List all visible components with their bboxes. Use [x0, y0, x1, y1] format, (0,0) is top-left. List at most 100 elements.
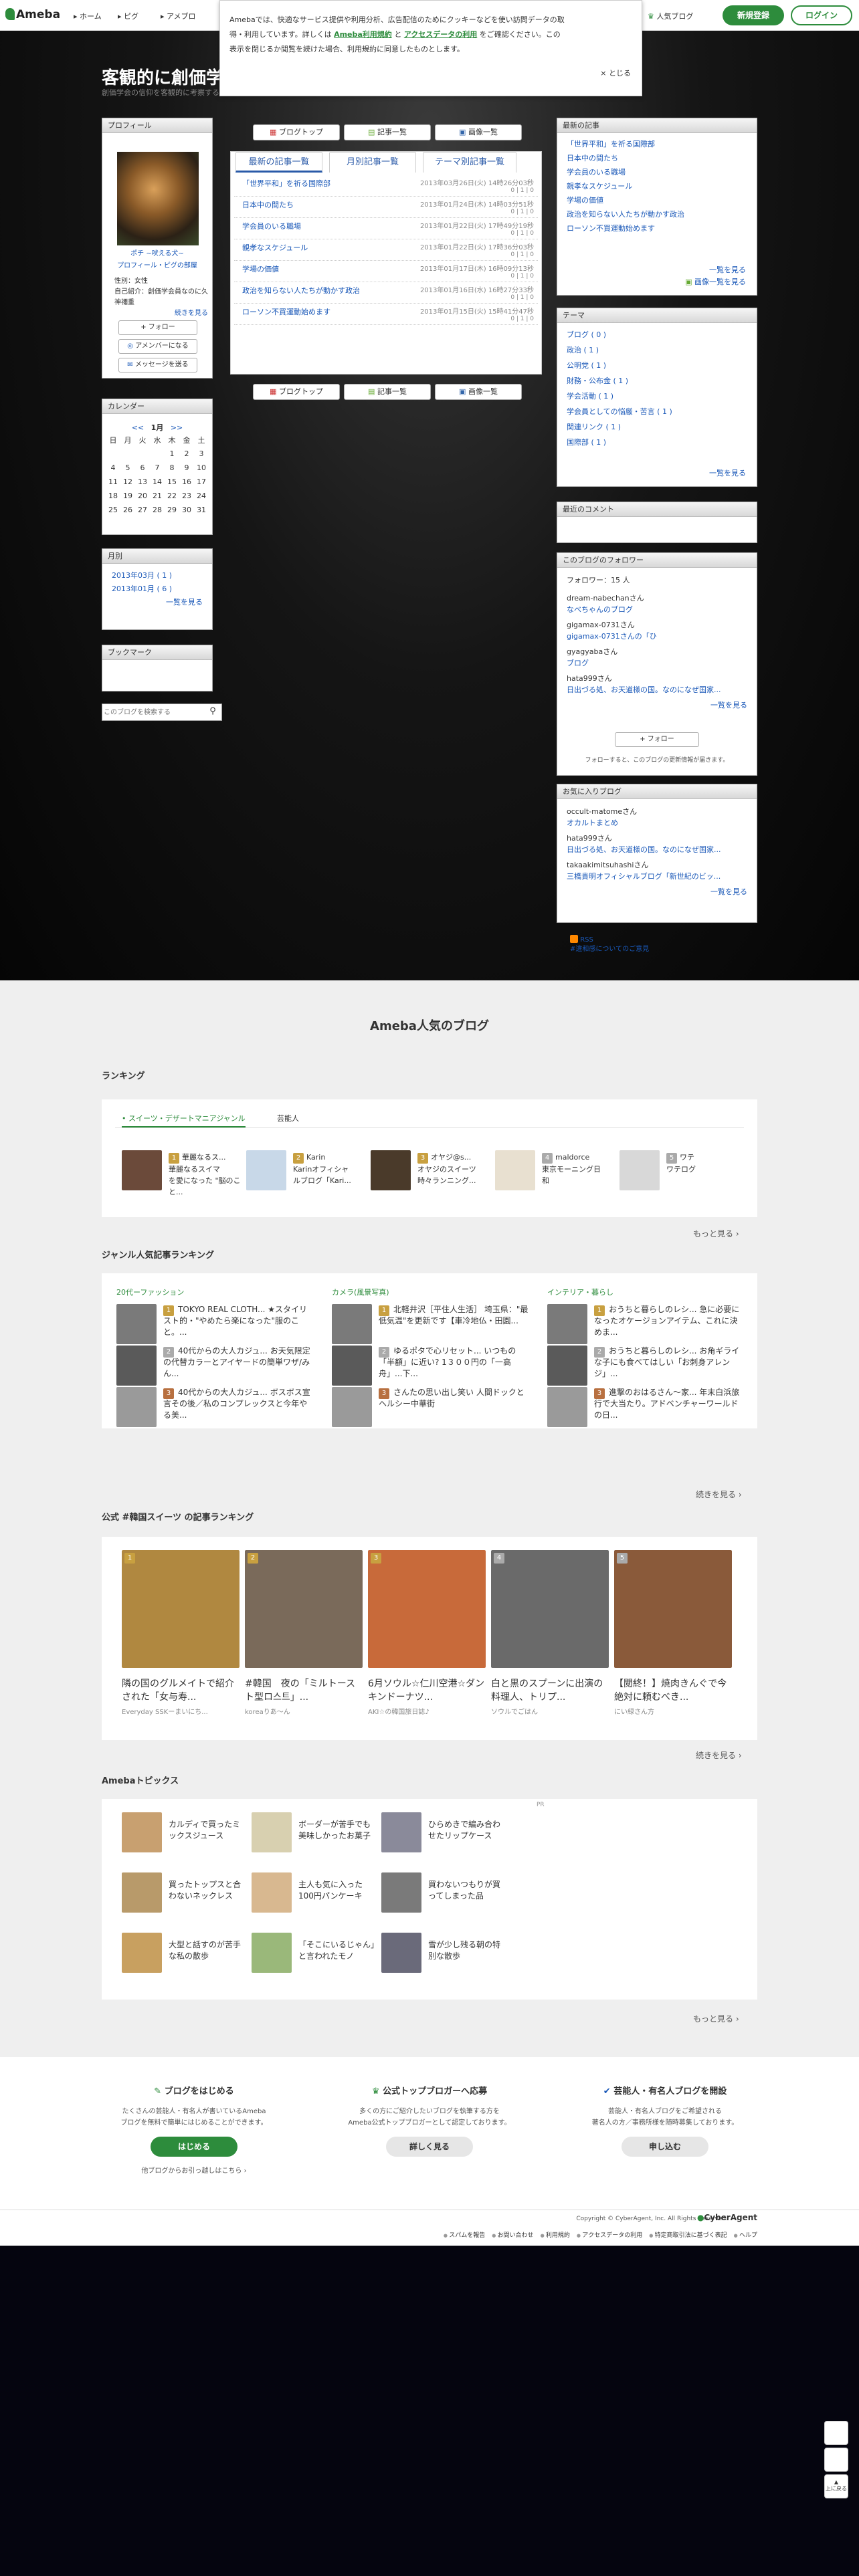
topic-link[interactable]: 大型と話すのが苦手な私の散歩 — [169, 1939, 248, 1962]
ranking-blog-desc[interactable]: Karinオフィシャ ルブログ「Kari... — [293, 1164, 367, 1186]
footer-link[interactable]: ● 特定商取引法に基づく表記 — [649, 2232, 727, 2239]
tab-theme[interactable]: テーマ別記事一覧 — [423, 152, 516, 173]
entry-title-link[interactable]: 学会員のいる職場 — [242, 221, 301, 231]
entry-list-button[interactable]: ▤ 記事一覧 — [344, 124, 431, 140]
ranking-blog-name[interactable]: 華麗なるス... — [182, 1152, 244, 1163]
profile-pigg-link[interactable]: プロフィール・ピグの部屋 — [102, 260, 212, 272]
follower-blog-link[interactable]: 日出づる処、お天道様の国。なのになぜ国家... — [567, 684, 747, 695]
korean-article-link[interactable]: 隣の国のグルメイトで紹介された「女与寿... — [122, 1677, 240, 1704]
footer-link[interactable]: ● スパムを報告 — [444, 2232, 485, 2239]
ranking-blog-desc[interactable]: 華麗なるスイマ を愛になった "脳のこと... — [169, 1164, 242, 1198]
ranking-blog-desc[interactable]: 東京モーニング日 和 — [542, 1164, 615, 1186]
ranking-thumbnail[interactable] — [122, 1150, 162, 1190]
theme-link[interactable]: 学会員としての悩厳・苦言 ( 1 ) — [567, 404, 747, 419]
theme-more-link[interactable]: 一覧を見る — [709, 467, 746, 478]
tab-monthly[interactable]: 月別記事一覧 — [329, 152, 416, 173]
genre-thumbnail[interactable] — [547, 1387, 587, 1427]
image-list-button-bottom[interactable]: ▣ 画像一覧 — [435, 384, 522, 400]
followers-more-link[interactable]: 一覧を見る — [567, 700, 747, 711]
tab-celebrity[interactable]: 芸能人 — [277, 1113, 299, 1123]
genre-thumbnail[interactable] — [332, 1304, 372, 1344]
popular-blogs-link[interactable]: ♛ 人気ブログ — [648, 11, 693, 21]
recent-entry-link[interactable]: ローソン不買運動始めます — [567, 221, 747, 235]
korean-thumbnail[interactable] — [245, 1550, 363, 1668]
topic-thumbnail[interactable] — [381, 1872, 421, 1913]
genre-article-link[interactable]: おうちと暮らしのレシ... お角ギライな子にも食べてはしい「お刺身アレンジ」..… — [594, 1346, 745, 1383]
ranking-blog-name[interactable]: オヤジ@s... — [431, 1152, 492, 1163]
ameba-logo[interactable]: Ameba — [5, 8, 60, 21]
terms-link[interactable]: Ameba利用規約 — [334, 30, 392, 39]
recent-entry-link[interactable]: 「世界平和」を祈る国際部 — [567, 137, 747, 151]
profile-avatar[interactable] — [117, 152, 199, 245]
theme-link[interactable]: 財務・公布金 ( 1 ) — [567, 373, 747, 389]
ranking-thumbnail[interactable] — [371, 1150, 411, 1190]
korean-article-link[interactable]: #韓国 夜の「ミルトースト型ロ스트」... — [245, 1677, 363, 1704]
login-button[interactable]: ログイン — [791, 5, 852, 25]
korean-more-link[interactable]: 続きを見る › — [696, 1749, 742, 1761]
tab-latest[interactable]: 最新の記事一覧 — [235, 152, 322, 173]
favorite-blog-link[interactable]: 三橋貴明オフィシャルブログ「新世紀のビッ... — [567, 871, 747, 882]
genre-article-link[interactable]: さんたの思い出し笑い 人間ドックとヘルシー中華街 — [379, 1387, 530, 1424]
genre-thumbnail[interactable] — [332, 1387, 372, 1427]
amember-button[interactable]: ◎ アメンバーになる — [118, 339, 197, 354]
topic-link[interactable]: カルディで買ったミックスジュース — [169, 1819, 248, 1842]
topics-more-link[interactable]: もっと見る › — [693, 2013, 739, 2024]
nav-pigg[interactable]: ▸ ピグ — [118, 11, 138, 21]
favorites-more-link[interactable]: 一覧を見る — [567, 886, 747, 897]
recent-entry-link[interactable]: 学会員のいる職場 — [567, 165, 747, 179]
follower-blog-link[interactable]: なべちゃんのブログ — [567, 604, 747, 615]
register-button[interactable]: 新規登録 — [723, 5, 784, 25]
korean-article-link[interactable]: 白と黒のスプーンに出演の料理人、トリプ... — [491, 1677, 609, 1704]
calendar-next[interactable]: >> — [171, 423, 183, 432]
genre-article-link[interactable]: 進撃のおはるさん〜家... 年末白浜旅行で大当たり。アドベンチャーワールドの日.… — [594, 1387, 745, 1424]
follower-blog-link[interactable]: gigamax-0731さんの「ひ — [567, 631, 747, 642]
ranking-thumbnail[interactable] — [619, 1150, 660, 1190]
ranking-blog-name[interactable]: maldorce — [555, 1152, 617, 1163]
topic-link[interactable]: 主人も気に入った100円パンケーキ — [298, 1879, 377, 1902]
tab-sweets[interactable]: • スイーツ・デザートマニアジャンル — [122, 1113, 246, 1128]
recent-more-link[interactable]: 一覧を見る — [709, 264, 746, 275]
footer-link[interactable]: ● アクセスデータの利用 — [577, 2232, 642, 2239]
topic-thumbnail[interactable] — [122, 1872, 162, 1913]
nav-ameblo[interactable]: ▸ アメブロ — [161, 11, 195, 21]
topic-thumbnail[interactable] — [122, 1933, 162, 1973]
korean-thumbnail[interactable] — [491, 1550, 609, 1668]
topic-thumbnail[interactable] — [252, 1872, 292, 1913]
follow-button-sidebar[interactable]: + フォロー — [615, 732, 699, 747]
ranking-blog-desc[interactable]: オヤジのスイーツ 時々ランニング... — [417, 1164, 491, 1186]
korean-article-link[interactable]: 6月ソウル☆仁川空港☆ダンキンドーナツ... — [368, 1677, 486, 1704]
korean-thumbnail[interactable] — [368, 1550, 486, 1668]
ranking-thumbnail[interactable] — [246, 1150, 286, 1190]
send-message-button[interactable]: ✉ メッセージを送る — [118, 358, 197, 372]
topic-thumbnail[interactable] — [252, 1933, 292, 1973]
genre-article-link[interactable]: TOKYO REAL CLOTH... ★スタイリスト的・"やめたら楽になった"… — [163, 1304, 314, 1341]
blog-title[interactable]: 客観的に創価学 — [102, 64, 223, 89]
blog-top-button-bottom[interactable]: ▦ ブログトップ — [253, 384, 340, 400]
entry-title-link[interactable]: 政治を知らない人たちが動かす政治 — [242, 285, 360, 296]
migrate-link[interactable]: 他ブログからお引っ越しはこちら › — [94, 2165, 294, 2175]
theme-link[interactable]: 学会活動 ( 1 ) — [567, 389, 747, 404]
calendar-prev[interactable]: << — [132, 423, 144, 432]
ranking-more-link[interactable]: もっと見る › — [693, 1228, 739, 1239]
ranking-blog-name[interactable]: Karin — [306, 1152, 368, 1163]
genre-article-link[interactable]: 40代からの大人カジュ... お天気限定の代替カラーとアイヤードの簡単ワザ/みん… — [163, 1346, 314, 1383]
entry-title-link[interactable]: ローソン不買運動始めます — [242, 306, 330, 317]
entry-title-link[interactable]: 「世界平和」を祈る国際部 — [242, 178, 330, 189]
rss-link[interactable]: RSS #違和感についてのご意見 — [570, 935, 649, 954]
scroll-button-1[interactable] — [824, 2421, 848, 2445]
monthly-item[interactable]: 2013年01月 ( 6 ) — [112, 582, 203, 596]
genre-article-link[interactable]: ゆるポタで心リセット... いつもの「半額」に近い? 1３００円の「一高舟」..… — [379, 1346, 530, 1383]
topic-link[interactable]: 「そこにいるじゃん」と言われたモノ — [298, 1939, 377, 1962]
start-blog-button[interactable]: はじめる — [151, 2137, 237, 2157]
close-notice-button[interactable]: × とじる — [600, 68, 631, 78]
recent-entry-link[interactable]: 学場の価値 — [567, 193, 747, 207]
theme-link[interactable]: ブログ ( 0 ) — [567, 327, 747, 342]
blog-top-button[interactable]: ▦ ブログトップ — [253, 124, 340, 140]
entry-title-link[interactable]: 学場の価値 — [242, 263, 279, 274]
scroll-button-2[interactable] — [824, 2448, 848, 2472]
follow-button[interactable]: + フォロー — [118, 320, 197, 335]
search-icon[interactable]: ⚲ — [207, 706, 219, 718]
access-data-link[interactable]: アクセスデータの利用 — [404, 30, 477, 39]
korean-thumbnail[interactable] — [122, 1550, 240, 1668]
topic-thumbnail[interactable] — [122, 1812, 162, 1852]
